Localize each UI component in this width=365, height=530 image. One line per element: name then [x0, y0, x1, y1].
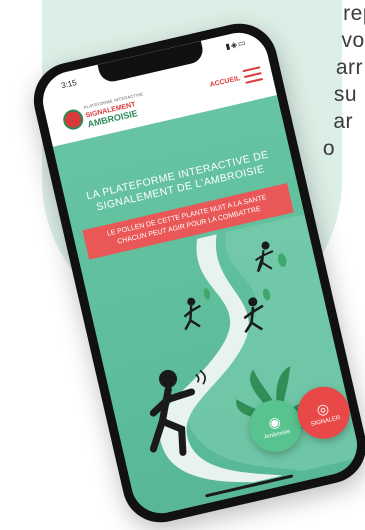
- background-text-line: rep: [343, 2, 365, 25]
- logo-mark-icon: [61, 107, 86, 132]
- signaler-button-label: SIGNALER: [310, 414, 341, 428]
- logo-text: PLATEFORME INTERACTIVE SIGNALEMENT AMBRO…: [83, 89, 148, 129]
- status-icons: ▮◈▭: [225, 38, 248, 52]
- status-time: 3:15: [60, 78, 78, 91]
- nav-home-link[interactable]: ACCUEIL: [209, 75, 241, 89]
- background-text-line: vot: [341, 29, 365, 52]
- eye-icon: ◉: [266, 412, 283, 431]
- target-icon: ◎: [314, 399, 331, 418]
- battery-icon: ▭: [236, 37, 248, 49]
- hero-illustration: [149, 214, 361, 483]
- ambrosia-button-label: Ambroisie: [263, 428, 291, 441]
- hamburger-icon[interactable]: [242, 66, 264, 84]
